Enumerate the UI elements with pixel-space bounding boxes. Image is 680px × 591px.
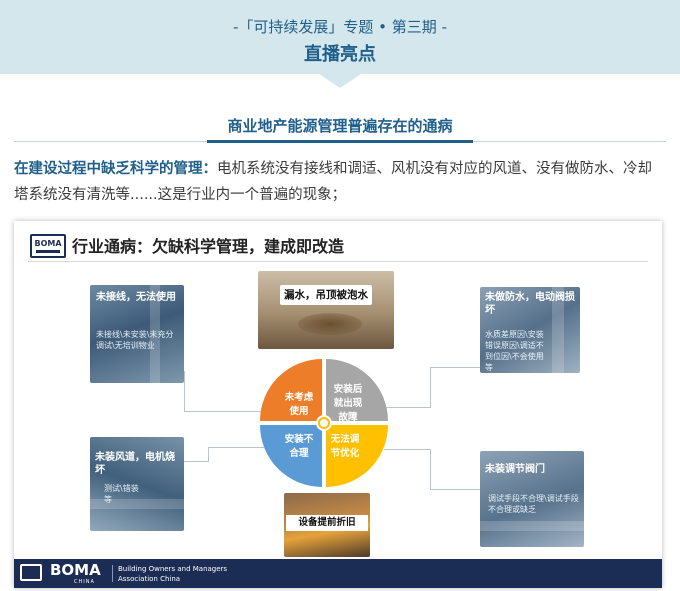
connector-line	[384, 449, 430, 450]
footer-divider	[112, 565, 113, 582]
pie-label-unreasonable: 安装不合理	[284, 434, 314, 459]
header-pointer	[319, 74, 361, 88]
photo-caption: 未装调节阀门	[485, 464, 545, 475]
photo-note: 测试\错装等	[104, 484, 139, 504]
photo-caption: 漏水，吊顶被泡水	[280, 285, 372, 305]
boma-logo-icon	[20, 564, 42, 581]
photo-caption: 未做防水，电动阀损坏	[485, 292, 575, 316]
photo-unwired: 未接线，无法使用 未接线\未安装\未充分调试\无培训物业	[90, 285, 184, 383]
pie-label-unconsidered: 未考虑使用	[284, 392, 314, 417]
connector-line	[184, 461, 208, 462]
photo-caption: 设备提前折旧	[286, 515, 368, 531]
connector-line	[208, 447, 209, 462]
problem-pie	[260, 359, 388, 487]
slide-footer: BOMA CHINA Building Owners and Managers …	[14, 559, 662, 588]
photo-no-valve: 未装调节阀门 调试手段不合理\调试手段不合理或缺乏	[480, 451, 584, 547]
connector-line	[430, 489, 480, 490]
photo-valve-damage: 未做防水，电动阀损坏 水质差原因\安装错误原因\调适不到位因\不会使用等	[480, 287, 580, 373]
section-title: 商业地产能源管理普遍存在的通病	[227, 117, 453, 135]
photo-note: 未接线\未安装\未充分调试\无培训物业	[96, 330, 174, 350]
photo-caption: 未装风道，电机烧坏	[95, 452, 175, 476]
series-label: -「可持续发展」专题 • 第三期 -	[233, 18, 447, 36]
connector-line	[184, 371, 185, 411]
connector-line	[386, 407, 430, 408]
footer-org: Building Owners and Managers Association…	[118, 565, 228, 583]
photo-caption: 未接线，无法使用	[96, 292, 176, 303]
photo-note: 水质差原因\安装错误原因\调适不到位因\不会使用等	[485, 330, 544, 372]
slide-title: 行业通病：欠缺科学管理，建成即改造	[72, 237, 345, 256]
connector-line	[430, 367, 480, 368]
photo-no-duct: 未装风道，电机烧坏 测试\错装等	[90, 437, 184, 531]
footer-logo: BOMA	[50, 561, 101, 579]
section-title-underline	[207, 140, 473, 143]
connector-line	[430, 449, 431, 489]
photo-note: 调试手段不合理\调试手段不合理或缺乏	[488, 494, 579, 514]
headline: 直播亮点	[304, 44, 376, 65]
water-stain	[298, 313, 362, 335]
photo-leak: 漏水，吊顶被泡水	[258, 271, 394, 349]
pie-label-unoptimizable: 无法调节优化	[330, 434, 360, 459]
paragraph-lead: 在建设过程中缺乏科学的管理：	[14, 161, 217, 177]
body-paragraph: 在建设过程中缺乏科学的管理：电机系统没有接线和调适、风机没有对应的风道、没有做防…	[14, 156, 666, 208]
photo-depreciation: 设备提前折旧	[284, 493, 370, 557]
boma-logo: BOMA	[30, 234, 66, 258]
pie-label-fault: 安装后就出现故障	[333, 384, 363, 423]
pipe-decoration	[480, 521, 584, 531]
slide-divider	[28, 261, 648, 262]
connector-line	[208, 447, 264, 448]
connector-line	[430, 367, 431, 408]
connector-line	[184, 411, 270, 412]
slide-image: BOMA 行业通病：欠缺科学管理，建成即改造 未接线，无法使用 未接线\未安装\…	[14, 221, 662, 588]
footer-china: CHINA	[74, 579, 95, 585]
